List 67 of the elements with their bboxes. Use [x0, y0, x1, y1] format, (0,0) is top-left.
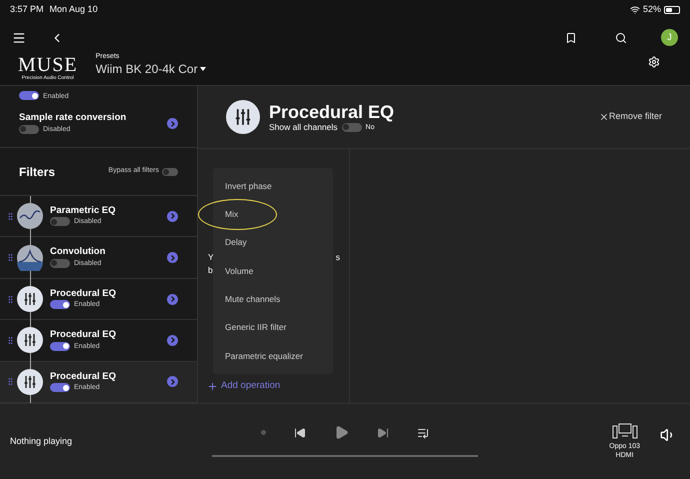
toggle-switch[interactable]: [50, 258, 70, 268]
remove-filter-button[interactable]: Remove filter: [598, 110, 662, 124]
previous-icon[interactable]: [294, 426, 306, 438]
settings-icon[interactable]: [648, 56, 660, 68]
filter-title: Procedural EQ: [269, 102, 394, 120]
menu-item[interactable]: Mute channels: [213, 292, 280, 306]
wifi-icon: [630, 5, 640, 15]
queue-icon[interactable]: [417, 426, 429, 438]
chevron-icon[interactable]: [167, 376, 178, 388]
bookmark-icon[interactable]: [565, 32, 577, 44]
sliders-icon: [17, 368, 43, 395]
plus-icon: [207, 380, 218, 392]
menu-item[interactable]: Generic IIR filter: [213, 321, 286, 334]
chevron-icon[interactable]: [167, 334, 178, 346]
chevron-icon[interactable]: [167, 252, 178, 264]
battery-icon: [664, 6, 680, 14]
toggle-switch[interactable]: [50, 217, 70, 226]
sliders-icon: [226, 100, 260, 134]
menu-item[interactable]: Parametric equalizer: [213, 350, 303, 362]
chevron-icon[interactable]: [167, 118, 178, 129]
menu-item[interactable]: Volume: [213, 264, 254, 278]
text-fragment: b: [208, 265, 213, 275]
drag-handle-icon[interactable]: [6, 336, 15, 345]
drag-handle-icon[interactable]: [6, 377, 15, 386]
text-fragment: Y: [208, 251, 214, 264]
chevron-icon[interactable]: [167, 294, 178, 305]
waveform-icon: [17, 244, 43, 271]
status-date: Mon Aug 10: [50, 3, 98, 16]
sliders-icon: [17, 327, 43, 354]
logo-text: MUSE: [18, 55, 78, 75]
filter-name: Sample rate conversion: [19, 113, 128, 123]
menu-item[interactable]: Invert phase: [213, 180, 272, 193]
close-icon: [598, 112, 609, 122]
drag-handle-icon[interactable]: [6, 294, 15, 304]
menu-item[interactable]: Mix: [213, 208, 238, 221]
menu-item[interactable]: Delay: [213, 236, 247, 250]
text-fragment: s: [336, 251, 340, 264]
filters-heading: Filters: [19, 164, 56, 180]
filter-name: Parametric EQ: [50, 206, 116, 216]
preset-dropdown[interactable]: Wiim BK 20-4k Cor: [96, 63, 206, 75]
battery-percent: 52%: [642, 3, 661, 16]
menu-icon[interactable]: [12, 30, 26, 44]
status-time: 3:57 PM: [10, 3, 44, 16]
toggle-switch[interactable]: [50, 383, 70, 392]
chevron-icon[interactable]: [167, 210, 178, 222]
filter-name: Convolution: [50, 247, 106, 257]
now-playing-text: Nothing playing: [10, 434, 74, 448]
filter-name: Procedural EQ: [50, 372, 117, 382]
toggle-switch[interactable]: [19, 124, 39, 134]
toggle-switch[interactable]: [19, 91, 39, 100]
toggle-switch[interactable]: [162, 168, 178, 176]
add-operation-button[interactable]: Add operation: [207, 379, 280, 394]
drag-handle-icon[interactable]: [6, 253, 15, 262]
play-icon[interactable]: [334, 425, 349, 440]
sliders-icon: [17, 286, 43, 312]
caret-icon: [200, 67, 206, 71]
next-icon[interactable]: [377, 426, 389, 438]
show-channels-label: Show all channels: [269, 122, 338, 132]
drag-handle-icon[interactable]: [6, 212, 15, 221]
toggle-switch[interactable]: [50, 300, 70, 310]
search-icon[interactable]: [615, 32, 627, 44]
speakers-icon[interactable]: [612, 423, 638, 439]
curve-icon: [17, 203, 43, 230]
filter-name: Procedural EQ: [50, 288, 117, 298]
toggle-switch[interactable]: [342, 122, 362, 132]
toggle-switch[interactable]: [50, 342, 70, 351]
filter-name: Procedural EQ: [50, 330, 117, 340]
